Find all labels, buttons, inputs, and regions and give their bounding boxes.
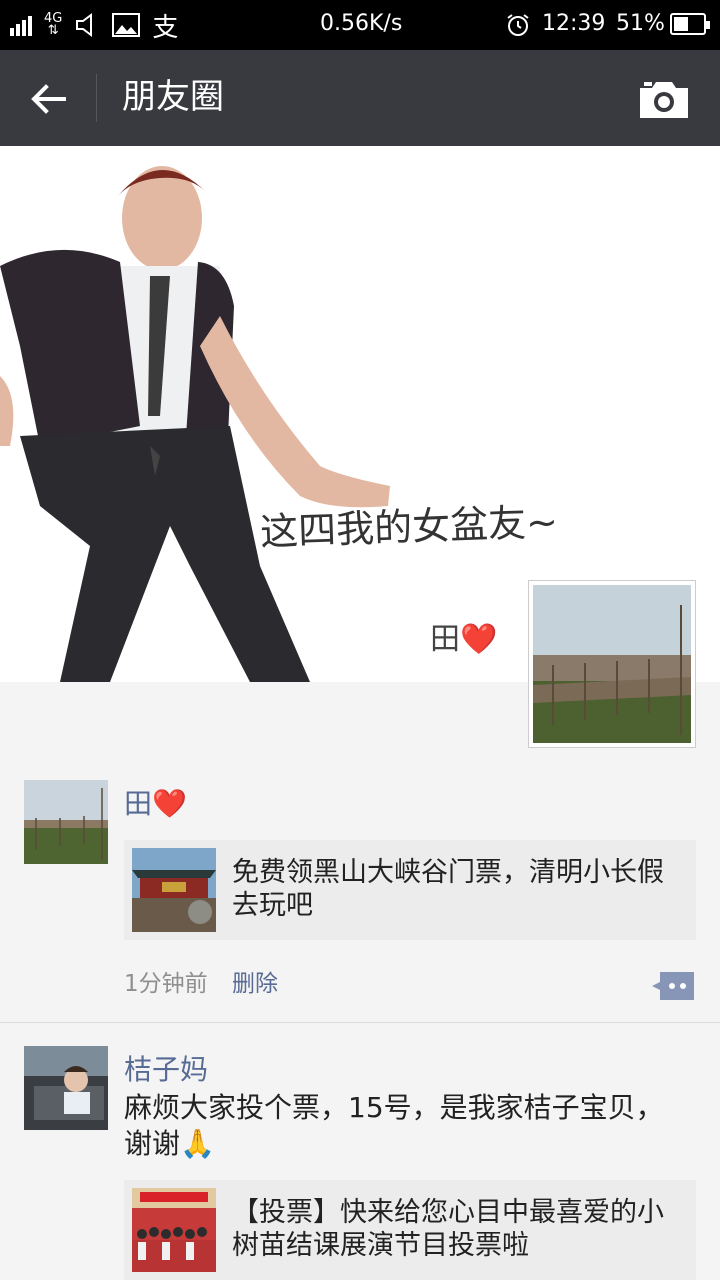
profile-avatar[interactable] [528,580,696,748]
speaker-icon [76,13,93,37]
link-thumbnail [132,848,216,932]
back-arrow-icon [31,84,66,114]
post-separator [0,1022,720,1023]
group-photo-image [132,1188,216,1272]
network-type-label: 4G [44,11,63,26]
signal-icon [10,14,32,36]
landscape-photo [533,585,691,743]
post-username[interactable]: 田❤️ [124,782,187,822]
shared-link-card[interactable]: 【投票】快来给您心目中最喜爱的小树苗结课展演节目投票啦 [124,1180,696,1280]
gate-image [132,848,216,932]
battery-fill [674,17,688,31]
title-bar: 朋友圈 [0,50,720,146]
post-username[interactable]: 桔子妈 [124,1048,208,1088]
post-time: 1分钟前 [124,971,208,997]
battery-icon [670,13,710,35]
comment-button[interactable] [652,970,696,1002]
alarm-icon [507,14,529,36]
image-icon [112,13,141,37]
link-title: 【投票】快来给您心目中最喜爱的小树苗结课展演节目投票啦 [232,1197,664,1261]
status-icons-left: 4G ⇅ 支 [10,10,178,43]
profile-name: 田❤️ [430,622,498,657]
alipay-icon: 支 [152,12,179,43]
back-button[interactable] [24,74,74,124]
clock: 12:39 [542,11,606,36]
page-title: 朋友圈 [122,77,224,117]
camera-button[interactable] [636,78,692,122]
post-avatar[interactable] [24,1046,108,1130]
link-thumbnail [132,1188,216,1272]
battery-percent: 51% [616,11,665,36]
network-speed: 0.56K/s [320,11,403,36]
title-divider [96,74,97,122]
comment-icon [652,972,694,1000]
camera-icon [640,82,688,118]
cover-caption: 这四我的女盆友~ [259,499,559,555]
status-bar: 4G ⇅ 支 0.56K/s 12:39 51% [0,0,720,50]
delete-button[interactable]: 删除 [232,964,278,998]
shared-link-card[interactable]: 免费领黑山大峡谷门票，清明小长假去玩吧 [124,840,696,940]
avatar-landscape-image [24,780,108,864]
post-avatar[interactable] [24,780,108,864]
link-title: 免费领黑山大峡谷门票，清明小长假去玩吧 [232,857,664,921]
post-text: 麻烦大家投个票，15号，是我家桔子宝贝，谢谢🙏 [124,1091,664,1160]
avatar-child-image [24,1046,108,1130]
network-type-icon: 4G ⇅ [44,11,63,38]
